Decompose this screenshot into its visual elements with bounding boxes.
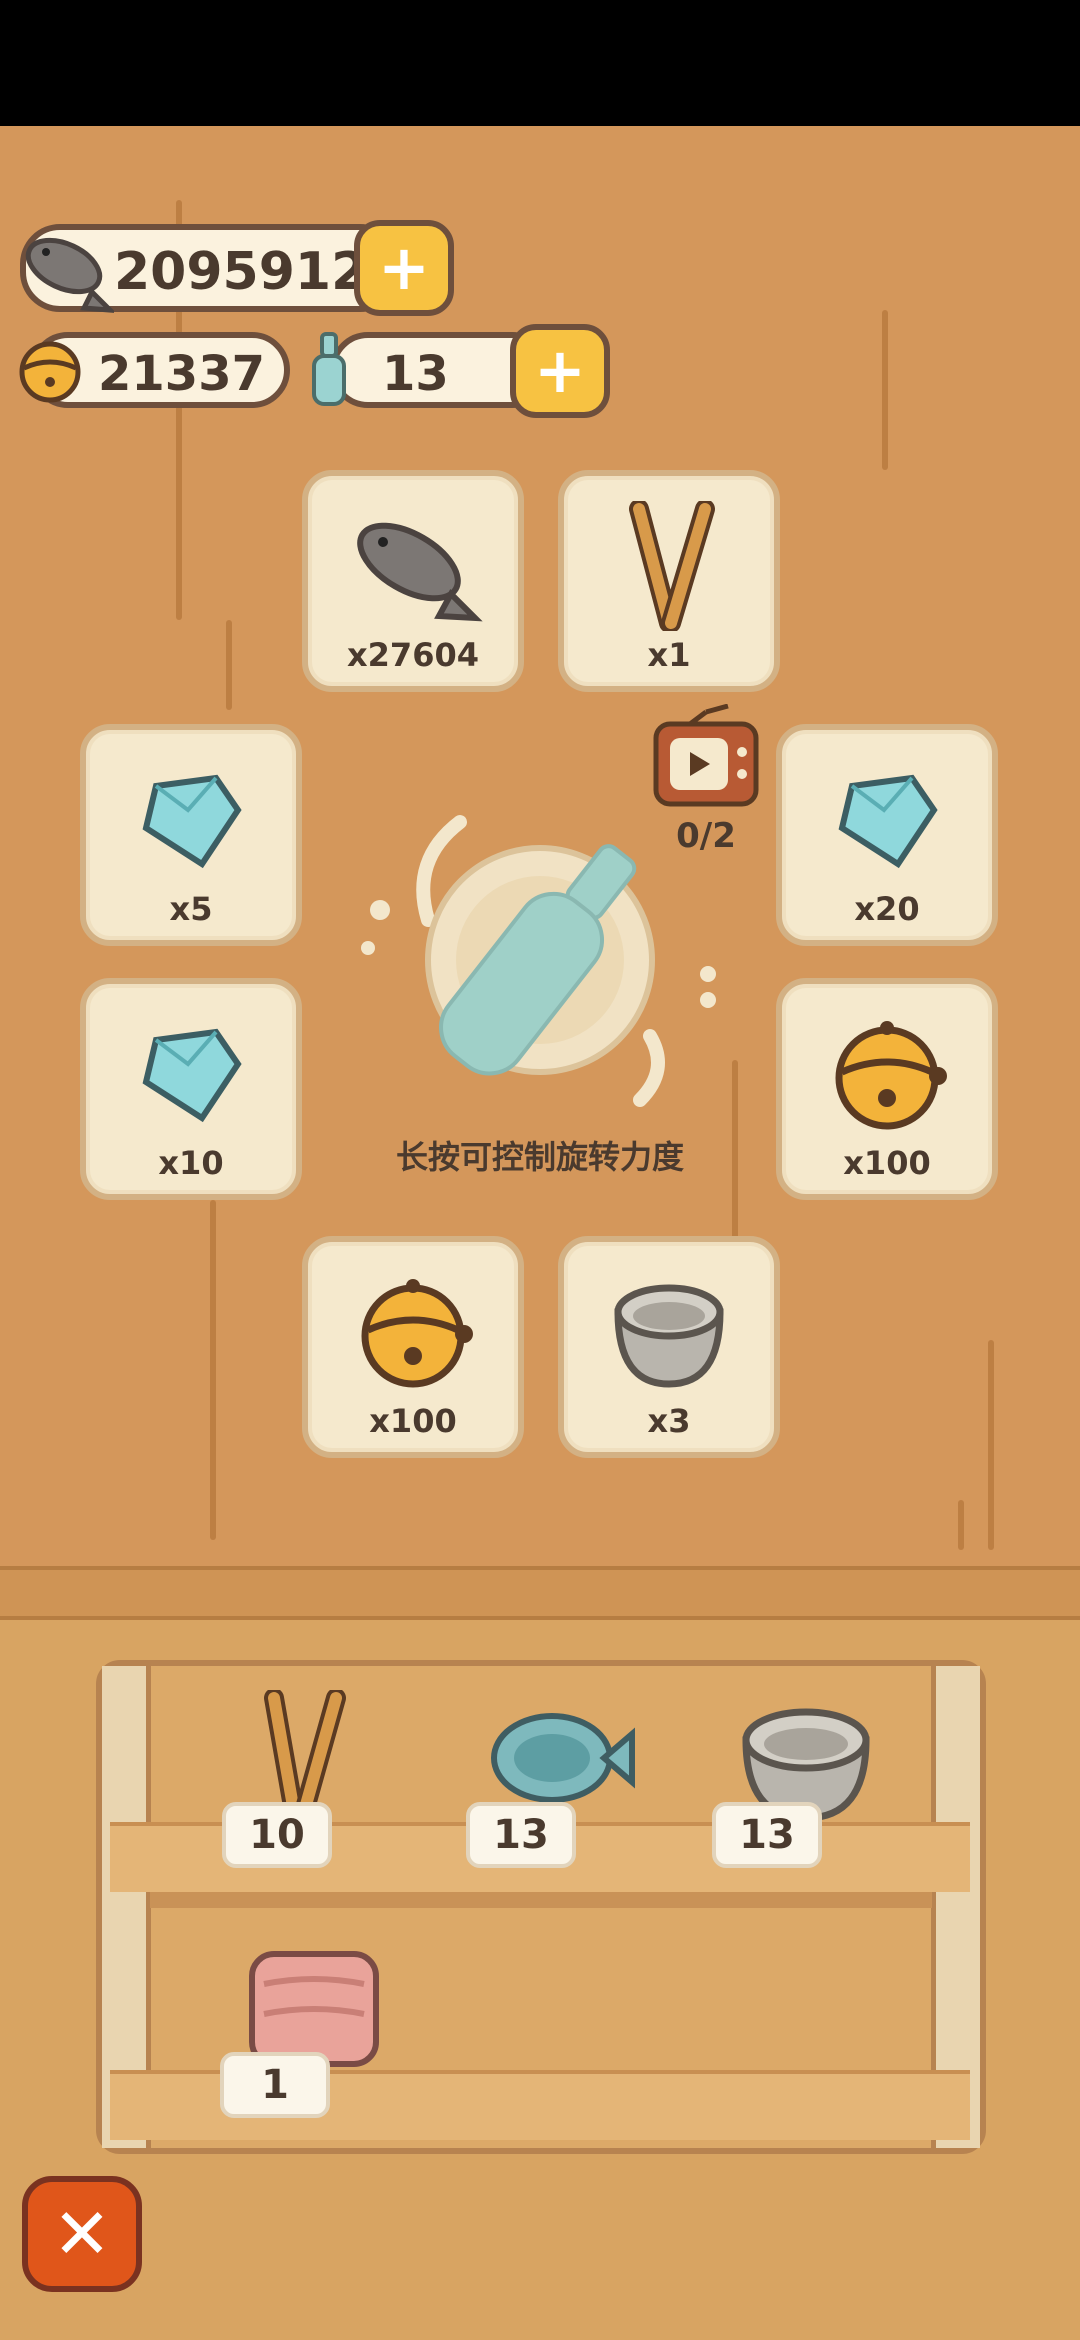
spin-bottle-wheel[interactable] [350,800,730,1140]
prize-tile-fish: x27604 [302,470,524,692]
bell-amount: 21337 [98,346,265,402]
close-button[interactable]: ✕ [22,2176,142,2292]
shelf-item-towel[interactable]: 1 [220,1940,380,2130]
add-fish-button[interactable]: + [354,220,454,316]
bowl-icon [564,1262,774,1402]
fish-icon [308,496,518,636]
fish-icon [18,222,117,318]
fish-plate-icon [486,1702,636,1816]
item-count: 13 [466,1802,576,1868]
item-count: 13 [712,1802,822,1868]
bottle-icon [308,330,352,414]
prize-qty: x1 [647,636,691,674]
wall-crack [988,1340,994,1550]
prize-tile-diamond: x20 [776,724,998,946]
bottle-amount: 13 [382,346,449,402]
wall-crack [210,1200,216,1540]
floor-edge [0,1566,1080,1620]
shelf-item-fish-plate[interactable]: 13 [466,1690,646,1880]
diamond-icon [782,750,992,890]
wall-crack [882,310,888,470]
prize-qty: x100 [369,1402,457,1440]
item-count: 1 [220,2052,330,2118]
bell-icon [782,1004,992,1144]
tv-icon [650,703,762,812]
diamond-icon [86,1004,296,1144]
bell-icon [308,1262,518,1402]
fish-amount: 2095912 [114,242,368,302]
status-bar [0,0,1080,126]
prize-qty: x5 [169,890,213,928]
prize-qty: x20 [854,890,920,928]
prize-qty: x27604 [347,636,479,674]
wall-crack [958,1500,964,1550]
prize-tile-bowl: x3 [558,1236,780,1458]
close-icon: ✕ [52,2193,112,2275]
shelf-item-chopsticks[interactable]: 10 [220,1688,380,1880]
item-count: 10 [222,1802,332,1868]
prize-tile-chopsticks: x1 [558,470,780,692]
shelf-divider [150,1892,932,1908]
spin-hint: 长按可控制旋转力度 [395,1138,684,1176]
chopsticks-icon [564,496,774,636]
prize-tile-bell: x100 [302,1236,524,1458]
prize-qty: x3 [647,1402,691,1440]
shelf-item-bowl[interactable]: 13 [712,1690,892,1880]
wall-crack [226,620,232,710]
prize-tile-diamond: x5 [80,724,302,946]
bell-icon [12,332,88,412]
diamond-icon [86,750,296,890]
add-bottle-button[interactable]: + [510,324,610,418]
